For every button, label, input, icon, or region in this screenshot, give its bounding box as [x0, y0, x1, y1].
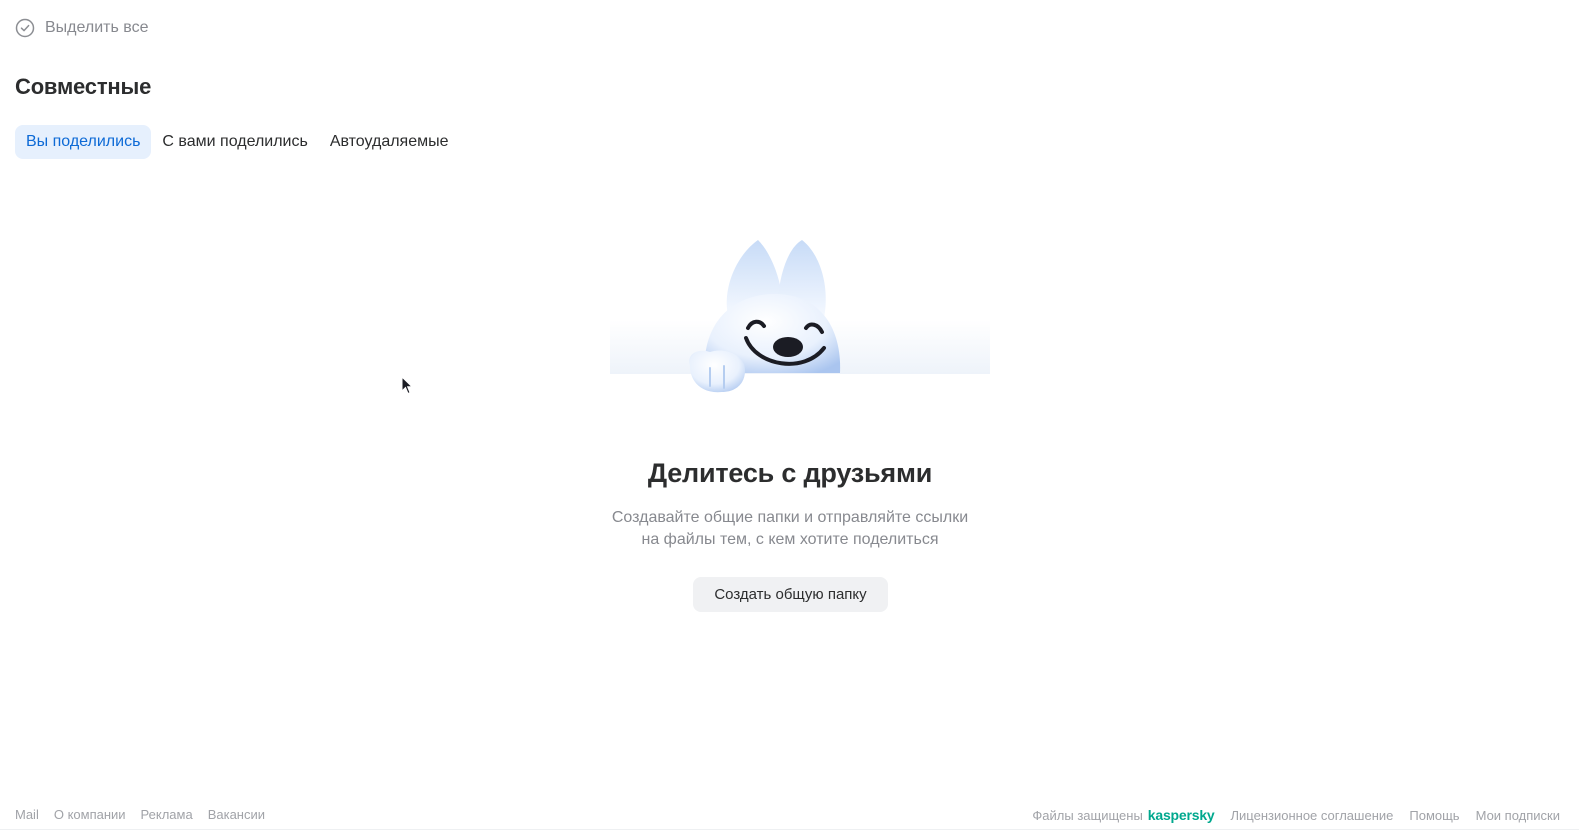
mascot-illustration [610, 236, 990, 398]
tab-auto-deleting[interactable]: Автоудаляемые [319, 125, 460, 159]
page: Выделить все Совместные Вы поделились С … [0, 0, 1579, 837]
empty-state-description-line: на файлы тем, с кем хотите поделиться [641, 531, 939, 548]
kaspersky-logo: kaspersky [1147, 807, 1215, 823]
select-all-toggle[interactable]: Выделить все [15, 17, 148, 39]
footer-link-mail[interactable]: Mail [15, 807, 39, 822]
tab-shared-with-you[interactable]: С вами поделились [151, 125, 318, 159]
footer-link-jobs[interactable]: Вакансии [208, 807, 265, 822]
empty-state-description: Создавайте общие папки и отправляйте ссы… [540, 507, 1040, 551]
tabs: Вы поделились С вами поделились Автоудал… [15, 125, 460, 159]
footer-right-links: Файлы защищены kaspersky Лицензионное со… [1032, 807, 1560, 823]
tab-you-shared[interactable]: Вы поделились [15, 125, 152, 159]
select-all-label: Выделить все [45, 19, 149, 36]
footer-divider [0, 829, 1579, 830]
empty-state-description-line: Создавайте общие папки и отправляйте ссы… [611, 509, 969, 526]
footer-link-ads[interactable]: Реклама [141, 807, 193, 822]
footer-left-links: Mail О компании Реклама Вакансии [15, 807, 265, 822]
page-title: Совместные [15, 74, 152, 99]
check-circle-icon [15, 18, 35, 38]
footer-link-subscriptions[interactable]: Мои подписки [1476, 808, 1560, 823]
footer-link-about[interactable]: О компании [54, 807, 126, 822]
footer-link-license[interactable]: Лицензионное соглашение [1231, 808, 1394, 823]
empty-state-title: Делитесь с друзьями [647, 458, 933, 488]
mouse-cursor-icon [401, 375, 414, 396]
kaspersky-protection[interactable]: Файлы защищены kaspersky [1032, 807, 1214, 823]
create-shared-folder-button[interactable]: Создать общую папку [693, 577, 888, 612]
footer-link-help[interactable]: Помощь [1409, 808, 1459, 823]
protected-label: Файлы защищены [1032, 807, 1143, 823]
